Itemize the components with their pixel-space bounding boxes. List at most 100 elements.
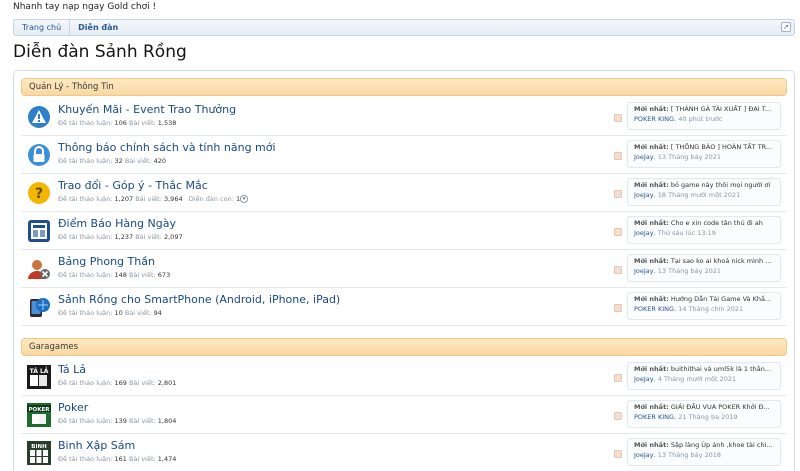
rss-icon[interactable] xyxy=(614,114,622,122)
posts-count: 420 xyxy=(153,157,167,165)
latest-label: Mới nhất: xyxy=(634,219,669,227)
forum-stats: Đề tài thảo luận: 32 Bài viết: 420 xyxy=(58,157,166,165)
latest-time[interactable]: 13 Tháng bảy 2021 xyxy=(658,267,721,275)
forum-title[interactable]: Trao đổi - Góp ý - Thắc Mắc xyxy=(58,179,208,192)
latest-user-link[interactable]: JoeJay xyxy=(634,267,654,275)
threads-count: 10 xyxy=(114,309,123,317)
latest-thread-link[interactable]: GIẢI ĐẤU VUA POKER Khởi Đ... xyxy=(671,403,770,411)
forum-title[interactable]: Bảng Phong Thần xyxy=(58,255,155,268)
latest-time[interactable]: 40 phút trước xyxy=(678,115,722,123)
latest-label: Mới nhất: xyxy=(634,365,669,373)
latest-time[interactable]: 4 Tháng mười một 2021 xyxy=(658,375,736,383)
subforum-label: Diễn đàn con: xyxy=(188,195,234,203)
page-title: Diễn đàn Sảnh Rồng xyxy=(13,42,187,62)
latest-label: Mới nhất: xyxy=(634,143,669,151)
latest-post: Mới nhất: Cho e xin code tân thủ đi ah J… xyxy=(627,216,781,244)
latest-thread-link[interactable]: Cho e xin code tân thủ đi ah xyxy=(671,219,763,227)
forum-title[interactable]: Binh Xập Sám xyxy=(58,439,135,452)
posts-count: 1,538 xyxy=(157,119,177,127)
latest-user-link[interactable]: JoeJay xyxy=(634,375,654,383)
latest-thread-link[interactable]: Tại sao ko ai khoá nick mình ... xyxy=(671,257,772,265)
forum-title[interactable]: Tá Lả xyxy=(58,363,86,376)
breadcrumb-home[interactable]: Trang chủ xyxy=(14,20,71,35)
rss-icon[interactable] xyxy=(614,228,622,236)
rss-icon[interactable] xyxy=(614,412,622,420)
threads-label: Đề tài thảo luận: xyxy=(58,271,113,279)
posts-count: 94 xyxy=(153,309,162,317)
forum-row: ? Trao đổi - Góp ý - Thắc Mắc Đề tài thả… xyxy=(21,174,787,212)
forum-row: Khuyến Mãi - Event Trao Thưởng Đề tài th… xyxy=(21,98,787,136)
forum-title[interactable]: Khuyến Mãi - Event Trao Thưởng xyxy=(58,103,236,116)
posts-count: 673 xyxy=(157,271,171,279)
forum-title[interactable]: Thông báo chính sách và tính năng mới xyxy=(58,141,276,154)
forum-stats: Đề tài thảo luận: 169 Bài viết: 2,801 xyxy=(58,379,176,387)
jump-arrow-icon[interactable]: ➚ xyxy=(781,22,791,32)
forum-stats: Đề tài thảo luận: 139 Bài viết: 1,804 xyxy=(58,417,176,425)
latest-time[interactable]: 13 Tháng bảy 2018 xyxy=(658,451,721,459)
svg-text:?: ? xyxy=(35,186,43,202)
threads-count: 139 xyxy=(114,417,127,425)
latest-time[interactable]: Thứ sáu lúc 13:19 xyxy=(658,229,716,237)
posts-label: Bài viết: xyxy=(124,309,152,317)
rss-icon[interactable] xyxy=(614,374,622,382)
poker-game-icon: POKER xyxy=(27,403,51,427)
warning-icon xyxy=(28,106,50,128)
latest-user-link[interactable]: POKER KING xyxy=(634,115,674,123)
latest-thread-link[interactable]: Sập làng Úp ảnh ,khoe tài chi... xyxy=(671,441,773,449)
latest-post: Mới nhất: bỏ game này thôi mọi người ơi … xyxy=(627,178,781,206)
forum-title[interactable]: Điểm Báo Hàng Ngày xyxy=(58,217,176,230)
latest-time[interactable]: 18 Tháng mười một 2021 xyxy=(658,191,741,199)
lock-icon xyxy=(28,144,50,166)
latest-post: Mới nhất: [ THÁNH GÀ TÁI XUẤT ] ĐẠI T...… xyxy=(627,102,781,130)
latest-post: Mới nhất: Tại sao ko ai khoá nick mình .… xyxy=(627,254,781,282)
forum-row: Sảnh Rồng cho SmartPhone (Android, iPhon… xyxy=(21,288,787,326)
rss-icon[interactable] xyxy=(614,152,622,160)
threads-label: Đề tài thảo luận: xyxy=(58,119,113,127)
threads-count: 1,207 xyxy=(114,195,134,203)
rss-icon[interactable] xyxy=(614,450,622,458)
posts-label: Bài viết: xyxy=(129,119,156,127)
threads-count: 161 xyxy=(114,455,127,463)
latest-time[interactable]: 14 Tháng chín 2021 xyxy=(678,305,743,313)
threads-label: Đề tài thảo luận: xyxy=(58,455,113,463)
posts-label: Bài viết: xyxy=(124,157,152,165)
latest-time[interactable]: 21 Tháng ba 2019 xyxy=(678,413,737,421)
latest-user-link[interactable]: JoeJay xyxy=(634,451,654,459)
latest-user-link[interactable]: JoeJay xyxy=(634,191,654,199)
rss-icon[interactable] xyxy=(614,266,622,274)
latest-user-link[interactable]: JoeJay xyxy=(634,153,654,161)
latest-time[interactable]: 13 Tháng bảy 2021 xyxy=(658,153,721,161)
tala-game-icon: TÁ LẢ xyxy=(27,365,51,389)
threads-count: 106 xyxy=(114,119,127,127)
threads-count: 32 xyxy=(114,157,123,165)
threads-label: Đề tài thảo luận: xyxy=(58,157,113,165)
latest-thread-link[interactable]: [ THÔNG BÁO ] HOÀN TẤT TR... xyxy=(671,143,772,151)
latest-thread-link[interactable]: bỏ game này thôi mọi người ơi xyxy=(671,181,770,189)
chevron-down-icon[interactable]: ▾ xyxy=(240,195,249,203)
category-header-garagames[interactable]: Garagames xyxy=(21,338,787,356)
forum-stats: Đề tài thảo luận: 106 Bài viết: 1,538 xyxy=(58,119,176,127)
latest-user-link[interactable]: POKER KING xyxy=(634,305,674,313)
forum-stats: Đề tài thảo luận: 1,237 Bài viết: 2,097 xyxy=(58,233,183,241)
threads-count: 1,237 xyxy=(114,233,134,241)
latest-thread-link[interactable]: buithithai và uml5k là 1 thằn... xyxy=(671,365,771,373)
threads-label: Đề tài thảo luận: xyxy=(58,233,113,241)
forum-title[interactable]: Sảnh Rồng cho SmartPhone (Android, iPhon… xyxy=(58,293,340,306)
rss-icon[interactable] xyxy=(614,304,622,312)
posts-label: Bài viết: xyxy=(135,233,162,241)
forum-row: BINH Binh Xập Sám Đề tài thảo luận: 161 … xyxy=(21,434,787,471)
forum-title[interactable]: Poker xyxy=(58,401,88,414)
latest-user-link[interactable]: POKER KING xyxy=(634,413,674,421)
posts-count: 2,097 xyxy=(163,233,183,241)
rss-icon[interactable] xyxy=(614,190,622,198)
question-icon: ? xyxy=(28,182,50,204)
latest-thread-link[interactable]: Hướng Dẫn Tải Game Và Khắ... xyxy=(671,295,771,303)
latest-user-link[interactable]: JoeJay xyxy=(634,229,654,237)
latest-post: Mới nhất: Hướng Dẫn Tải Game Và Khắ... P… xyxy=(627,292,781,320)
latest-post: Mới nhất: Sập làng Úp ảnh ,khoe tài chi.… xyxy=(627,438,781,466)
latest-thread-link[interactable]: [ THÁNH GÀ TÁI XUẤT ] ĐẠI T... xyxy=(671,105,771,113)
breadcrumb-current[interactable]: Diễn đàn xyxy=(70,20,126,35)
posts-label: Bài viết: xyxy=(129,271,156,279)
category-header-management[interactable]: Quản Lý - Thông Tin xyxy=(21,78,787,96)
posts-count: 1,804 xyxy=(157,417,177,425)
